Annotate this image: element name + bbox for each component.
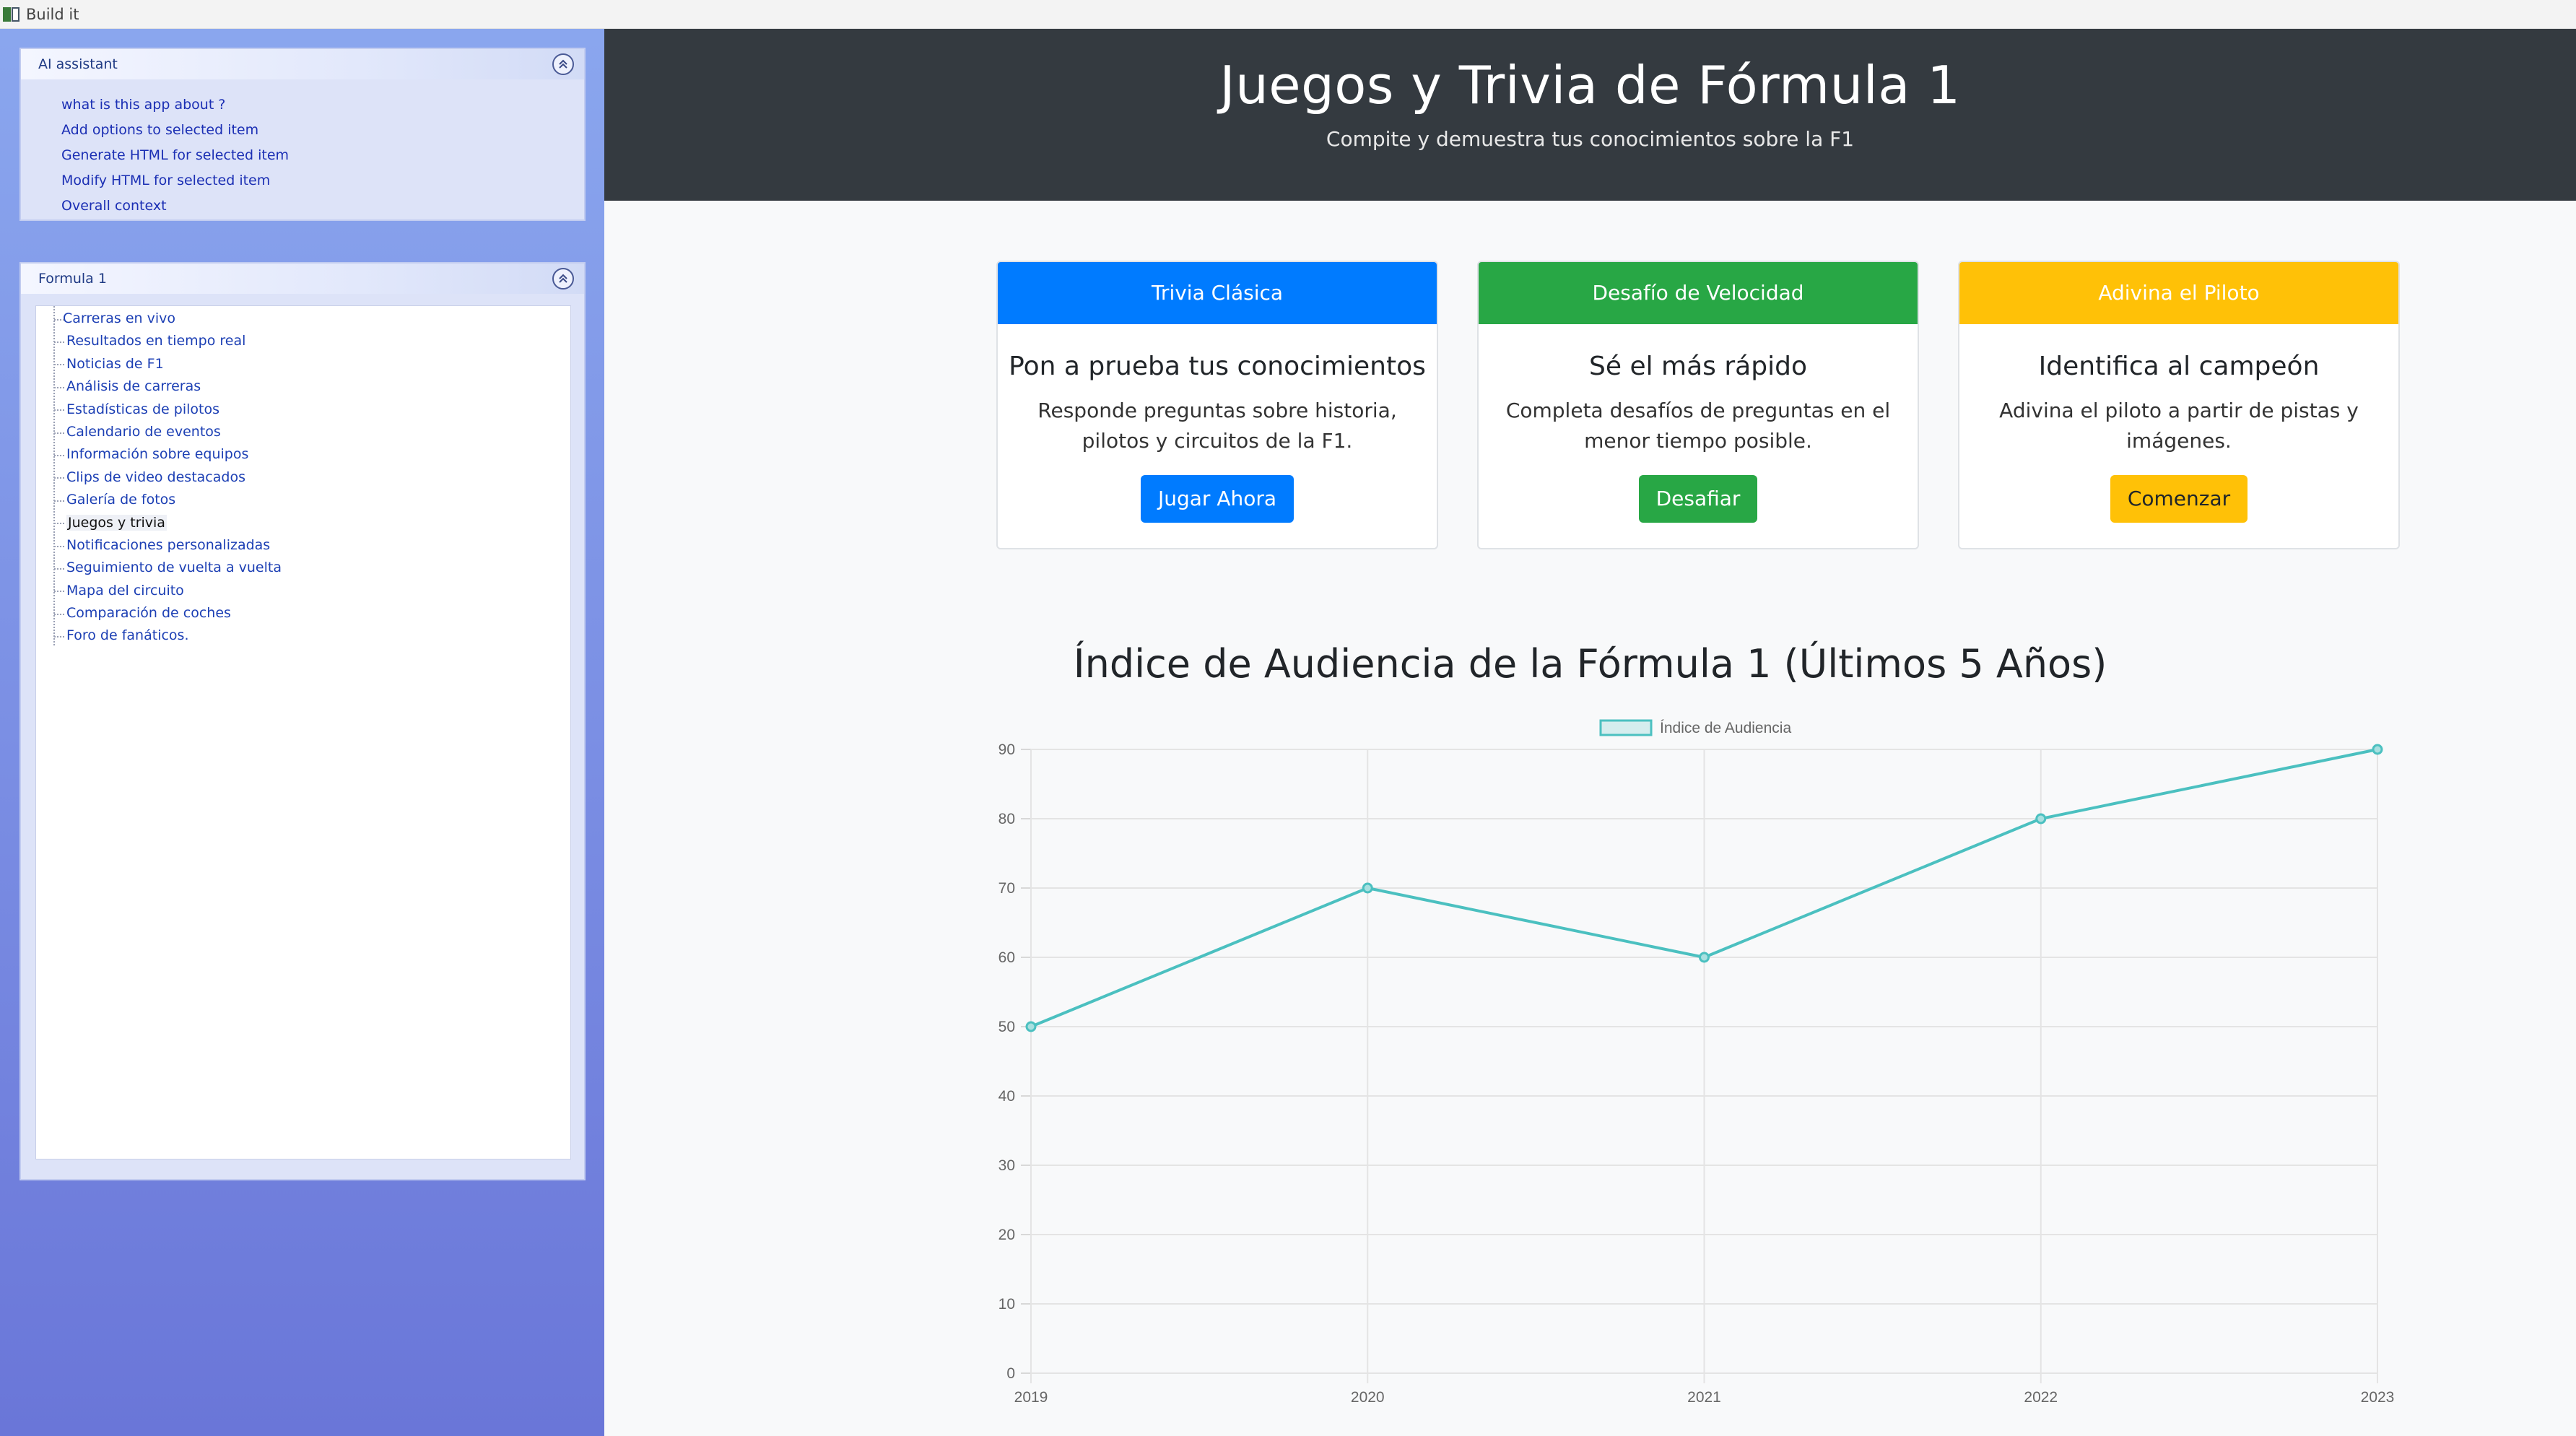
nav-tree-item[interactable]: Notificaciones personalizadas [36, 534, 570, 557]
legend-swatch [1599, 719, 1653, 736]
nav-tree-item-label: Clips de video destacados [66, 469, 245, 485]
nav-tree-item[interactable]: Análisis de carreras [36, 375, 570, 398]
ai-assistant-item[interactable]: Modify HTML for selected item [61, 168, 584, 193]
nav-tree-item-label: Seguimiento de vuelta a vuelta [66, 560, 282, 576]
y-tick-label: 10 [998, 1296, 1015, 1313]
nav-tree: Carreras en vivo Resultados en tiempo rea… [36, 306, 570, 648]
y-tick-label: 90 [998, 741, 1015, 758]
nav-tree-container: Carreras en vivo Resultados en tiempo rea… [35, 305, 571, 1159]
data-point [1699, 952, 1710, 963]
audience-line-chart: 0 10 20 30 40 50 60 70 80 90 2019 2020 2021 2022 2023 Í… [998, 719, 2395, 1406]
data-point [2372, 744, 2383, 755]
y-tick-label: 60 [998, 949, 1015, 966]
nav-tree-item[interactable]: Calendario de eventos [36, 421, 570, 443]
y-tick-label: 80 [998, 811, 1015, 827]
x-tick-label: 2023 [2361, 1389, 2395, 1406]
nav-tree-item-label: Análisis de carreras [66, 378, 201, 395]
app-icon [3, 6, 20, 23]
nav-tree-item-label: Información sobre equipos [66, 446, 249, 463]
main-content: Juegos y Trivia de Fórmula 1 Compite y d… [604, 29, 2576, 1436]
nav-tree-item-label: Foro de fanáticos. [66, 627, 189, 644]
formula1-panel-header[interactable]: Formula 1 [21, 264, 584, 294]
ai-assistant-item[interactable]: Generate HTML for selected item [61, 143, 584, 168]
y-tick-label: 30 [998, 1157, 1015, 1174]
ai-assistant-item[interactable]: Overall context [61, 193, 584, 219]
nav-tree-item[interactable]: Carreras en vivo [36, 308, 570, 330]
nav-tree-item[interactable]: Resultados en tiempo real [36, 330, 570, 352]
data-point [2035, 813, 2047, 824]
nav-tree-item-label: Galería de fotos [66, 492, 176, 508]
y-tick-label: 40 [998, 1088, 1015, 1105]
nav-tree-item-label: Estadísticas de pilotos [66, 401, 219, 417]
ai-assistant-title: AI assistant [38, 56, 118, 72]
left-sidebar: AI assistant what is this app about ? Add… [0, 29, 604, 1436]
nav-tree-item[interactable]: Comparación de coches [36, 602, 570, 625]
nav-tree-item[interactable]: Galería de fotos [36, 489, 570, 511]
nav-tree-item-label: Carreras en vivo [63, 310, 176, 326]
x-tick-label: 2022 [2024, 1389, 2058, 1406]
x-tick-label: 2020 [1351, 1389, 1385, 1406]
x-tick-label: 2021 [1687, 1389, 1721, 1406]
collapse-chevron-up-icon[interactable] [552, 268, 574, 290]
y-tick-label: 20 [998, 1227, 1015, 1243]
nav-tree-item-label: Juegos y trivia [66, 514, 167, 531]
y-tick-label: 70 [998, 880, 1015, 897]
nav-tree-item-label: Noticias de F1 [66, 355, 164, 372]
nav-tree-item[interactable]: Juegos y trivia [36, 512, 570, 534]
nav-tree-item[interactable]: Seguimiento de vuelta a vuelta [36, 557, 570, 579]
ai-assistant-panel: AI assistant what is this app about ? Add… [19, 48, 586, 221]
formula1-panel: Formula 1 Carreras en vivo Resultados en … [19, 262, 586, 1180]
ai-assistant-list: what is this app about ? Add options to s… [21, 79, 584, 219]
collapse-chevron-up-icon[interactable] [552, 53, 574, 75]
nav-tree-item[interactable]: Foro de fanáticos. [36, 625, 570, 647]
window-title: Build it [26, 5, 79, 23]
nav-tree-item[interactable]: Clips de video destacados [36, 466, 570, 489]
ai-assistant-item[interactable]: what is this app about ? [61, 92, 584, 118]
nav-tree-item[interactable]: Noticias de F1 [36, 353, 570, 375]
nav-tree-item[interactable]: Información sobre equipos [36, 443, 570, 466]
nav-tree-item[interactable]: Estadísticas de pilotos [36, 399, 570, 421]
formula1-panel-title: Formula 1 [38, 271, 107, 287]
window-titlebar: Build it [0, 0, 2576, 29]
nav-tree-item[interactable]: Mapa del circuito [36, 580, 570, 602]
data-point [1362, 882, 1373, 894]
nav-tree-item-label: Comparación de coches [66, 605, 231, 622]
ai-assistant-header[interactable]: AI assistant [21, 49, 584, 79]
nav-tree-item-label: Calendario de eventos [66, 423, 221, 440]
nav-tree-item-label: Notificaciones personalizadas [66, 536, 271, 553]
y-tick-label: 0 [1006, 1365, 1015, 1382]
legend-label: Índice de Audiencia [1660, 720, 1791, 736]
nav-tree-item-label: Resultados en tiempo real [66, 333, 246, 349]
x-tick-label: 2019 [1014, 1389, 1048, 1406]
data-point [1025, 1021, 1037, 1032]
ai-assistant-item[interactable]: Add options to selected item [61, 118, 584, 143]
nav-tree-item-label: Mapa del circuito [66, 582, 184, 599]
y-tick-label: 50 [998, 1019, 1015, 1035]
